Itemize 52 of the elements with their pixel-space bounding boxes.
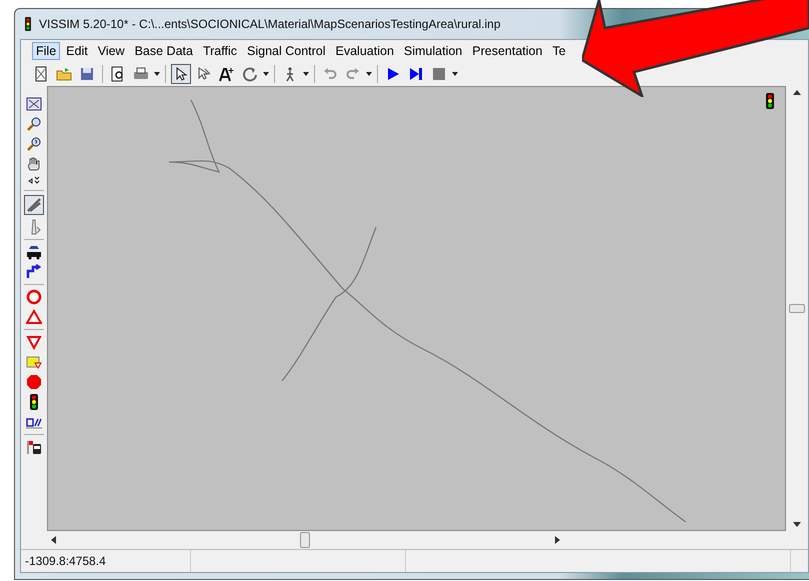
- transit-stop-icon[interactable]: [26, 439, 42, 455]
- road-link-icon: [26, 197, 42, 213]
- stop-icon: [431, 66, 447, 82]
- redo-icon: [345, 66, 361, 82]
- scroll-left-arrow-icon[interactable]: [51, 536, 56, 544]
- menu-item[interactable]: Te: [548, 42, 570, 60]
- zoom-extent-icon[interactable]: [26, 96, 42, 112]
- menu-item[interactable]: Signal Control: [243, 42, 330, 60]
- letter-a-plus-icon: [219, 66, 235, 82]
- menu-item[interactable]: Evaluation: [332, 42, 398, 60]
- dropdown-caret-icon[interactable]: [263, 72, 269, 76]
- vehicles-icon[interactable]: [26, 244, 42, 260]
- dropdown-caret-icon[interactable]: [303, 72, 309, 76]
- undo-icon: [322, 66, 338, 82]
- scrollbar-thumb[interactable]: [300, 532, 310, 548]
- traffic-light-icon[interactable]: [29, 394, 39, 410]
- pointer-arrows-icon: [196, 66, 212, 82]
- signal-status-icon[interactable]: [765, 93, 775, 109]
- dropdown-caret-icon[interactable]: [452, 72, 458, 76]
- new-file-icon: [33, 66, 49, 82]
- menu-item[interactable]: View: [94, 42, 129, 60]
- links-tool-button[interactable]: [24, 195, 44, 215]
- expand-chevron-icon[interactable]: [28, 176, 40, 186]
- step-forward-icon: [408, 66, 424, 82]
- coordinates-readout: -1309.8:4758.4: [25, 554, 106, 568]
- menu-item[interactable]: Edit: [62, 42, 92, 60]
- hand-icon[interactable]: [26, 156, 42, 172]
- warning-sign-icon[interactable]: [26, 309, 42, 325]
- dropdown-caret-icon[interactable]: [366, 72, 372, 76]
- play-icon: [385, 66, 401, 82]
- window-title: VISSIM 5.20-10* - C:\...ents\SOCIONICAL\Material\MapScenariosTestingArea\rural.inp: [39, 17, 501, 31]
- menu-item[interactable]: Presentation: [468, 42, 546, 60]
- route-icon[interactable]: [26, 264, 42, 280]
- zoom-icon[interactable]: [26, 116, 42, 132]
- intersection-sign-icon[interactable]: [26, 354, 42, 370]
- dropdown-caret-icon[interactable]: [154, 72, 160, 76]
- folder-icon: [56, 66, 72, 82]
- zoom-help-icon[interactable]: [26, 136, 42, 152]
- scroll-down-arrow-icon[interactable]: [793, 522, 801, 527]
- printer-icon: [133, 66, 149, 82]
- menu-item[interactable]: Base Data: [130, 42, 197, 60]
- select-tool-button[interactable]: [171, 64, 191, 84]
- menu-item[interactable]: Simulation: [400, 42, 466, 60]
- menu-item[interactable]: File: [32, 42, 60, 60]
- menu-item[interactable]: Traffic: [198, 42, 241, 60]
- scrollbar-thumb[interactable]: [789, 304, 805, 313]
- scroll-right-arrow-icon[interactable]: [554, 536, 560, 544]
- yield-sign-icon[interactable]: [26, 334, 42, 350]
- stop-sign-icon[interactable]: [26, 374, 42, 390]
- scroll-up-arrow-icon[interactable]: [793, 90, 801, 95]
- rotate-icon: [242, 66, 258, 82]
- speed-limit-sign-icon[interactable]: [26, 289, 42, 305]
